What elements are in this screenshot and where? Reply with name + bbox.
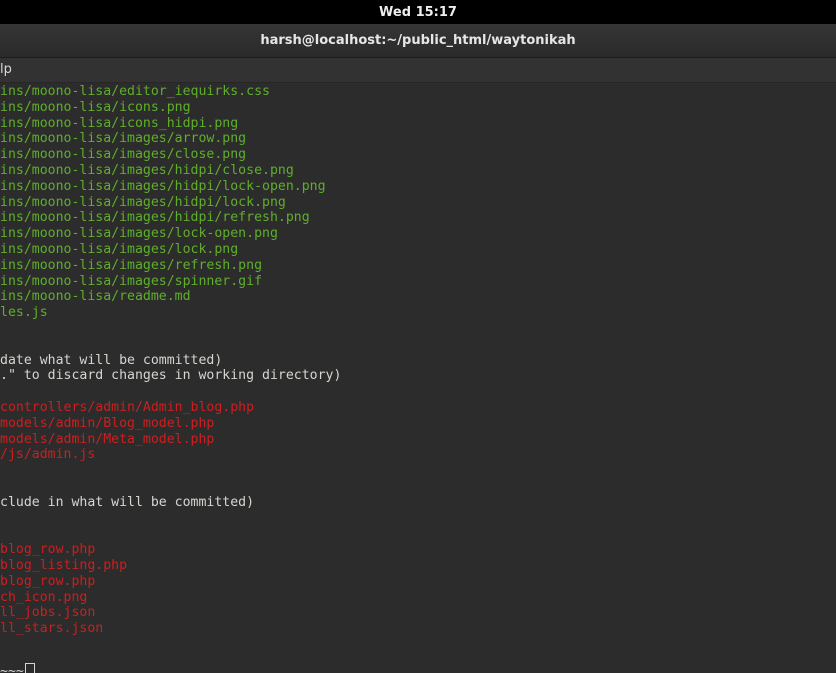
terminal-output[interactable]: ins/moono-lisa/editor_iequirks.css ins/mo…	[0, 83, 836, 673]
terminal-line: ins/moono-lisa/images/arrow.png	[0, 131, 247, 147]
terminal-line: ins/moono-lisa/images/hidpi/lock.png	[0, 194, 286, 210]
terminal-line: ." to discard changes in working directo…	[0, 368, 342, 384]
terminal-line: ins/moono-lisa/images/hidpi/lock-open.pn…	[0, 178, 326, 194]
terminal-line: ll_jobs.json	[0, 605, 96, 621]
terminal-line: ch_icon.png	[0, 589, 88, 605]
terminal-line: ins/moono-lisa/images/hidpi/close.png	[0, 163, 294, 178]
terminal-line: ins/moono-lisa/images/lock.png	[0, 242, 239, 257]
top-bar: Wed 15:17	[0, 0, 836, 24]
prompt-tail: ~~~	[0, 663, 24, 673]
terminal-line: les.js	[0, 305, 48, 321]
terminal-line: controllers/admin/Admin_blog.php	[0, 400, 255, 415]
terminal-line: ins/moono-lisa/editor_iequirks.css	[0, 84, 270, 99]
terminal-line: models/admin/Blog_model.php	[0, 415, 215, 431]
cursor	[24, 662, 35, 673]
terminal-line: ins/moono-lisa/images/refresh.png	[0, 257, 263, 273]
terminal-line: ins/moono-lisa/images/spinner.gif	[0, 273, 263, 289]
terminal-line: ins/moono-lisa/icons_hidpi.png	[0, 115, 239, 131]
menu-bar: lp	[0, 58, 836, 83]
terminal-line: ins/moono-lisa/images/lock-open.png	[0, 226, 278, 242]
terminal-line: blog_listing.php	[0, 558, 128, 573]
clock[interactable]: Wed 15:17	[379, 5, 457, 20]
terminal-line: ins/moono-lisa/images/close.png	[0, 147, 247, 163]
terminal-line: ll_stars.json	[0, 621, 104, 637]
terminal-line: /js/admin.js	[0, 447, 96, 463]
terminal-line: ins/moono-lisa/readme.md	[0, 289, 191, 305]
terminal-line: clude in what will be committed)	[0, 494, 255, 510]
terminal-line: date what will be committed)	[0, 352, 223, 368]
prompt-line: ~~~	[0, 662, 35, 673]
terminal-line: blog_row.php	[0, 542, 96, 558]
terminal-line: ins/moono-lisa/icons.png	[0, 99, 191, 115]
menu-item-help[interactable]: lp	[0, 62, 12, 77]
window-titlebar[interactable]: harsh@localhost:~/public_html/waytonikah	[0, 24, 836, 58]
terminal-line: blog_row.php	[0, 573, 96, 589]
terminal-line: ins/moono-lisa/images/hidpi/refresh.png	[0, 210, 310, 226]
terminal-line: models/admin/Meta_model.php	[0, 431, 215, 447]
window-title: harsh@localhost:~/public_html/waytonikah	[260, 33, 576, 48]
